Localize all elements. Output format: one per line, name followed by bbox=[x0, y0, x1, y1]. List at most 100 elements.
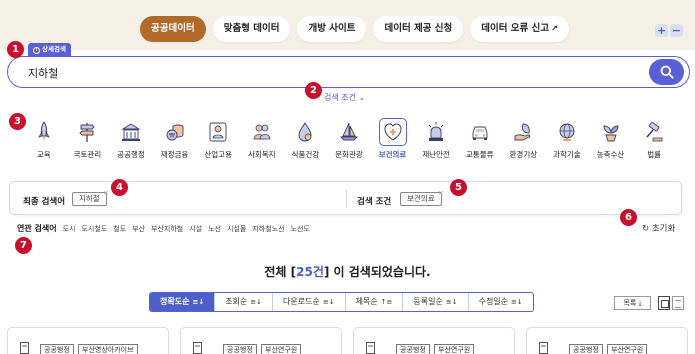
card-tag: 부산연구원 bbox=[607, 344, 648, 354]
related-keyword[interactable]: 지하철노선 bbox=[252, 224, 284, 234]
category-environment-weather[interactable]: 환경기상 bbox=[502, 118, 546, 160]
search-input[interactable]: 지하철 bbox=[28, 65, 58, 81]
annotation-badge-3: 3 bbox=[9, 113, 26, 130]
sort-label: 제목순 bbox=[355, 297, 378, 306]
chevron-down-icon: ⌄ bbox=[358, 93, 366, 102]
zoom-out-button[interactable]: − bbox=[670, 24, 683, 37]
related-keyword[interactable]: 시설물 bbox=[227, 224, 246, 234]
category-label: 재정금융 bbox=[160, 150, 189, 159]
related-keywords: 연관 검색어 도시 도시철도 철도 부산 부산지하철 시설 노선 시설물 지하철… bbox=[17, 223, 316, 234]
svg-text:₩: ₩ bbox=[169, 133, 175, 140]
related-keyword[interactable]: 도시철도 bbox=[81, 224, 107, 234]
category-food-health[interactable]: 식품건강 bbox=[284, 118, 328, 160]
grid-view-button[interactable] bbox=[658, 296, 670, 310]
result-card[interactable]: 공공행정 부산영상아카이브 bbox=[7, 327, 169, 354]
sort-label: 등록일순 bbox=[413, 297, 443, 306]
category-social-welfare[interactable]: 사회복지 bbox=[240, 118, 284, 160]
category-label: 과학기술 bbox=[553, 150, 581, 159]
category-transport-logistics[interactable]: 교통물류 bbox=[458, 118, 502, 160]
category-label: 법률 bbox=[647, 150, 662, 159]
result-card[interactable]: 공공행정 부산연구원 bbox=[353, 327, 515, 354]
result-count-prefix: 전체 [ bbox=[264, 265, 297, 279]
external-link-icon: ↗ bbox=[551, 24, 558, 33]
result-count-number: 25건 bbox=[296, 265, 324, 279]
category-industry-employment[interactable]: 산업고용 bbox=[196, 118, 240, 160]
result-count: 전체 [25건] 이 검색되었습니다. bbox=[0, 263, 695, 280]
summary-divider bbox=[346, 190, 347, 208]
category-label: 보건의료 bbox=[378, 150, 407, 159]
related-keyword[interactable]: 노선도 bbox=[291, 224, 310, 234]
heart-shield-icon bbox=[384, 123, 402, 141]
refresh-icon: ↻ bbox=[642, 224, 650, 234]
zoom-in-button[interactable]: + bbox=[655, 24, 668, 37]
final-keyword-chip[interactable]: 지하철 bbox=[72, 187, 108, 206]
tab-open-sites[interactable]: 개방 사이트 bbox=[297, 16, 367, 42]
tab-custom-data[interactable]: 맞춤형 데이터 bbox=[212, 16, 291, 42]
sort-downloads[interactable]: 다운로드순 ≡↓ bbox=[273, 293, 346, 311]
category-finance[interactable]: ₩ 재정금융 bbox=[153, 118, 197, 160]
sort-views[interactable]: 조회순 ≡↓ bbox=[215, 293, 274, 311]
sort-desc-icon: ≡↓ bbox=[511, 298, 523, 306]
related-keyword[interactable]: 부산 bbox=[132, 224, 145, 234]
sort-desc-icon: ≡↓ bbox=[250, 298, 263, 306]
category-label: 재난안전 bbox=[422, 150, 450, 159]
sort-registered[interactable]: 등록일순 ≡↓ bbox=[403, 293, 469, 311]
list-view-button[interactable] bbox=[672, 296, 684, 310]
sort-title[interactable]: 제목순 ↑≡ bbox=[346, 293, 404, 311]
document-icon bbox=[366, 342, 375, 354]
search-condition-toggle[interactable]: 검색 조건 ⌄ bbox=[324, 92, 365, 103]
zoom-controls: + − bbox=[655, 24, 683, 37]
category-land-management[interactable]: 국토관리 bbox=[66, 118, 110, 160]
related-keyword[interactable]: 도시 bbox=[63, 224, 76, 234]
annotation-badge-1: 1 bbox=[7, 41, 24, 58]
category-label: 산업고용 bbox=[204, 150, 232, 159]
related-keyword[interactable]: 부산지하철 bbox=[151, 224, 183, 234]
category-agriculture-fisheries[interactable]: 농축수산 bbox=[589, 118, 633, 160]
reset-button[interactable]: ↻ 초기화 bbox=[642, 222, 675, 234]
related-keyword[interactable]: 철도 bbox=[113, 224, 126, 234]
tab-public-data[interactable]: 공공데이터 bbox=[140, 16, 206, 42]
globe-icon bbox=[559, 123, 575, 141]
category-label: 문화관광 bbox=[335, 150, 363, 159]
category-label: 공공행정 bbox=[117, 150, 145, 159]
document-icon bbox=[20, 342, 29, 354]
annotation-badge-7: 7 bbox=[15, 237, 32, 254]
list-size-label: 목록 bbox=[623, 299, 637, 307]
condition-chip[interactable]: 보건의료 bbox=[400, 187, 443, 206]
top-tab-bar: 공공데이터 맞춤형 데이터 개방 사이트 데이터 제공 신청 데이터 오류 신고… bbox=[140, 16, 569, 42]
category-label: 환경기상 bbox=[509, 150, 538, 159]
tab-data-request[interactable]: 데이터 제공 신청 bbox=[373, 16, 464, 42]
category-science-technology[interactable]: 과학기술 bbox=[545, 118, 589, 160]
search-button[interactable] bbox=[649, 59, 684, 85]
category-label: 교육 bbox=[36, 150, 51, 159]
category-law[interactable]: 법률 bbox=[632, 118, 676, 160]
info-icon: ! bbox=[33, 47, 40, 54]
category-disaster-safety[interactable]: 재난안전 bbox=[414, 118, 458, 160]
sort-label: 다운로드순 bbox=[283, 297, 320, 306]
card-tag: 부산영상아카이브 bbox=[78, 344, 138, 354]
advanced-search-tab[interactable]: ! 상세검색 bbox=[28, 43, 71, 56]
related-keyword[interactable]: 시설 bbox=[189, 224, 202, 234]
related-keyword[interactable]: 노선 bbox=[208, 224, 221, 234]
sort-bar: 정확도순 ≡↓ 조회순 ≡↓ 다운로드순 ≡↓ 제목순 ↑≡ 등록일순 ≡↓ 수정일순 ≡↓ bbox=[149, 292, 534, 312]
result-count-suffix: ] 이 검색되었습니다. bbox=[323, 265, 431, 279]
search-condition-toggle-label: 검색 조건 bbox=[324, 93, 356, 102]
list-size-select[interactable]: 목록 ⤓ bbox=[614, 296, 651, 310]
category-education[interactable]: 교육 bbox=[22, 118, 66, 160]
category-culture-tourism[interactable]: 문화관광 bbox=[327, 118, 371, 160]
sort-accuracy[interactable]: 정확도순 ≡↓ bbox=[150, 293, 216, 311]
related-keywords-label: 연관 검색어 bbox=[17, 224, 57, 233]
tab-data-error-report[interactable]: 데이터 오류 신고 ↗ bbox=[470, 16, 569, 42]
category-label: 사회복지 bbox=[247, 150, 276, 159]
sort-desc-icon: ≡↓ bbox=[322, 298, 335, 306]
category-public-administration[interactable]: 공공행정 bbox=[109, 118, 153, 160]
result-card[interactable]: 공공행정 부산연구원 bbox=[526, 327, 688, 354]
final-keyword-label: 최종 검색어 bbox=[23, 197, 66, 207]
signpost-icon bbox=[79, 123, 96, 142]
sort-modified[interactable]: 수정일순 ≡↓ bbox=[469, 293, 533, 311]
category-health-medical[interactable]: 보건의료 bbox=[371, 118, 415, 160]
result-card[interactable]: 공공행정 부산연구원 bbox=[180, 327, 342, 354]
card-tag: 부산연구원 bbox=[261, 344, 302, 354]
search-bar: 지하철 bbox=[7, 56, 690, 88]
tab-data-error-report-label: 데이터 오류 신고 bbox=[481, 23, 550, 34]
